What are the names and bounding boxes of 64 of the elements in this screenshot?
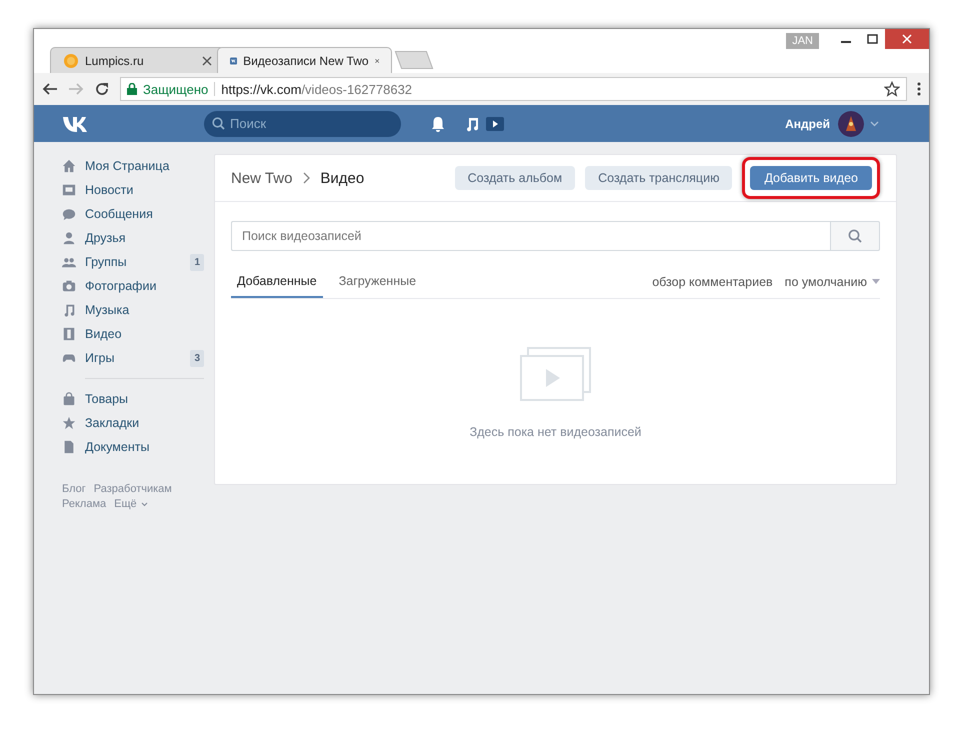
sidebar-link[interactable]: Фотографии [85,279,204,293]
close-button[interactable] [885,29,929,49]
sidebar-link[interactable]: Игры [85,351,182,365]
browser-tab[interactable]: Видеозаписи New Two [217,47,392,73]
sidebar-link[interactable]: Закладки [85,416,204,430]
url-text: https://vk.com/videos-162778632 [221,82,414,96]
friend-icon [62,231,76,245]
minimize-icon [841,41,851,43]
maximize-icon [866,34,878,44]
user-name[interactable]: Андрей [785,116,830,130]
chevron-down-icon[interactable] [140,502,148,506]
home-icon [62,159,76,173]
caret-icon [872,279,880,284]
bag-icon [62,392,76,406]
star-icon [62,416,76,430]
video-tab[interactable]: Добавленные [231,265,323,298]
messages-icon [62,207,76,221]
bell-icon[interactable] [431,116,445,132]
camera-icon [62,279,76,293]
music-icon[interactable] [465,116,479,132]
breadcrumb-item: Видео [320,170,364,186]
add-video-button[interactable]: Добавить видео [750,166,872,190]
sidebar-link[interactable]: Музыка [85,303,204,317]
video-search-field[interactable]: Поиск видеозаписей [231,221,830,251]
sidebar-link[interactable]: Группы [85,255,182,269]
video-tab[interactable]: Загруженные [332,265,422,298]
action-button[interactable]: Создать трансляцию [585,166,732,190]
chevron-down-icon[interactable] [870,120,879,126]
search-field[interactable]: Поиск [204,110,401,136]
video-placeholder-icon [520,347,592,403]
sort-dropdown[interactable]: по умолчанию [784,274,880,288]
sidebar-link[interactable]: Друзья [85,231,204,245]
close-icon[interactable] [202,56,212,66]
chevron-right-icon [302,172,310,184]
avatar-icon[interactable] [838,110,864,136]
counter-badge: 3 [190,350,204,366]
lock-icon [127,83,137,95]
circle-favicon-icon [63,52,79,68]
close-icon [902,34,912,44]
reload-icon[interactable] [94,81,110,97]
sidebar-link[interactable]: Сообщения [85,207,204,221]
groups-icon [62,255,76,269]
sidebar-link[interactable]: Видео [85,327,204,341]
breadcrumb-item[interactable]: New Two [231,170,292,186]
comments-link[interactable]: обзор комментариев [652,274,773,288]
counter-badge: 1 [190,254,204,270]
sidebar-link[interactable]: Моя Страница [85,159,204,173]
address-bar[interactable]: Защищено https://vk.com/videos-162778632 [120,77,907,101]
back-icon[interactable] [42,81,58,97]
star-icon[interactable] [884,81,900,97]
sidebar-link[interactable]: Новости [85,183,204,197]
secure-label: Защищено [143,82,208,96]
sidebar-link[interactable]: Документы [85,440,204,454]
search-icon [212,117,225,130]
menu-icon[interactable] [917,82,921,96]
search-button[interactable] [830,221,880,251]
empty-message: Здесь пока нет видеозаписей [470,425,642,439]
sidebar-link[interactable]: Товары [85,392,204,406]
action-button[interactable]: Создать альбом [454,166,576,190]
search-placeholder: Поиск [230,116,266,131]
search-icon [848,229,862,243]
video-player-icon[interactable] [485,116,505,132]
doc-icon [62,440,76,454]
music-icon [62,303,76,317]
